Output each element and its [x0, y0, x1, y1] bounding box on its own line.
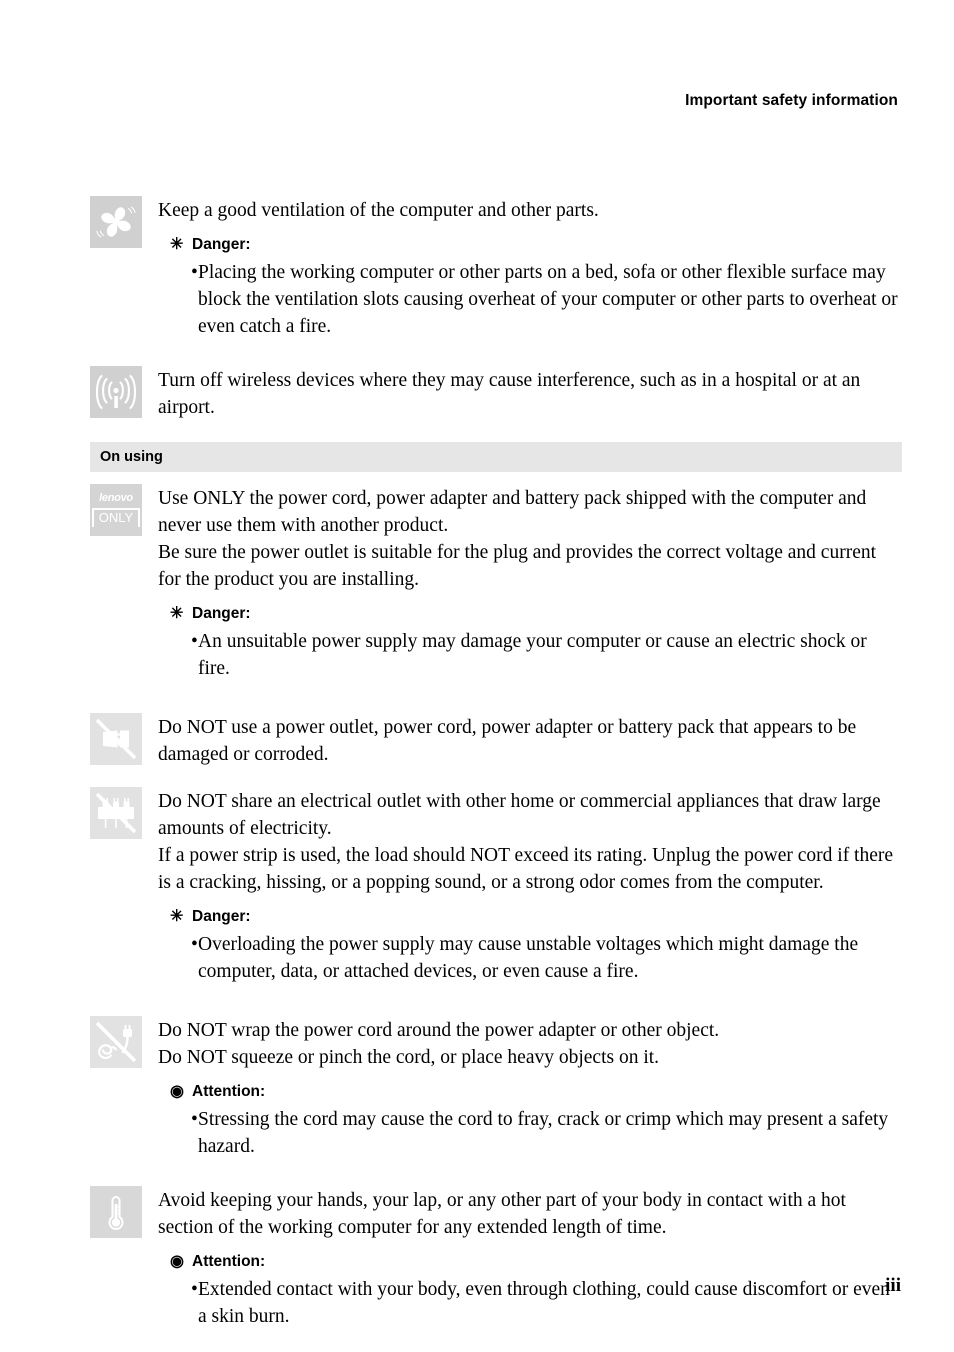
list-item: • Overloading the power supply may cause…	[170, 931, 902, 985]
safety-block-wireless: Turn off wireless devices where they may…	[90, 366, 902, 421]
text-cell: Do NOT use a power outlet, power cord, p…	[158, 713, 902, 768]
safety-block-ventilation: Keep a good ventilation of the computer …	[90, 196, 902, 340]
lenovo-wordmark: lenovo	[99, 491, 133, 504]
list-item: • Placing the working computer or other …	[170, 259, 902, 340]
thermometer-icon	[90, 1186, 142, 1238]
callout-heading: ◉ Attention:	[170, 1083, 902, 1101]
safety-block-power-strip: Do NOT share an electrical outlet with o…	[90, 787, 902, 985]
text-cell: Do NOT share an electrical outlet with o…	[158, 787, 902, 985]
paragraph: Do NOT use a power outlet, power cord, p…	[158, 717, 857, 765]
paragraph: Do NOT share an electrical outlet with o…	[158, 791, 881, 839]
bullet-icon: •	[191, 934, 198, 955]
callout-list: • Placing the working computer or other …	[170, 259, 902, 340]
paragraph: Turn off wireless devices where they may…	[158, 370, 861, 418]
text-cell: Do NOT wrap the power cord around the po…	[158, 1016, 902, 1160]
icon-cell	[90, 366, 142, 418]
danger-callout: ✳ Danger: • Placing the working computer…	[158, 236, 902, 340]
paragraph: Use ONLY the power cord, power adapter a…	[158, 488, 867, 536]
page-number: iii	[885, 1275, 901, 1296]
text-cell: Use ONLY the power cord, power adapter a…	[158, 484, 902, 682]
callout-list: • An unsuitable power supply may damage …	[170, 628, 902, 682]
icon-cell	[90, 1016, 142, 1068]
list-item: • An unsuitable power supply may damage …	[170, 628, 902, 682]
paragraph: Avoid keeping your hands, your lap, or a…	[158, 1190, 846, 1238]
callout-heading: ✳ Danger:	[170, 605, 902, 623]
running-header-title: Important safety information	[685, 92, 898, 109]
attention-circle-icon: ◉	[170, 1253, 184, 1270]
callout-list: • Overloading the power supply may cause…	[170, 931, 902, 985]
danger-asterisk-icon: ✳	[170, 908, 184, 925]
fan-icon	[90, 196, 142, 248]
callout-heading: ✳ Danger:	[170, 236, 902, 254]
cord-wrap-icon	[90, 1016, 142, 1068]
text-cell: Avoid keeping your hands, your lap, or a…	[158, 1186, 902, 1330]
paragraph: Be sure the power outlet is suitable for…	[158, 542, 877, 590]
danger-callout: ✳ Danger: • An unsuitable power supply m…	[158, 605, 902, 682]
paragraph: If a power strip is used, the load shoul…	[158, 845, 894, 893]
callout-heading: ◉ Attention:	[170, 1253, 902, 1271]
callout-label: Attention:	[192, 1253, 266, 1270]
danger-asterisk-icon: ✳	[170, 236, 184, 253]
lenovo-only-icon: lenovo ONLY	[90, 484, 142, 536]
callout-label: Danger:	[192, 605, 251, 622]
list-item-text: Placing the working computer or other pa…	[198, 262, 898, 337]
document-page: Important safety information Keep a good…	[0, 0, 954, 1352]
safety-block-damaged-outlet: Do NOT use a power outlet, power cord, p…	[90, 713, 902, 768]
text-cell: Keep a good ventilation of the computer …	[158, 196, 902, 340]
attention-callout: ◉ Attention: • Stressing the cord may ca…	[158, 1083, 902, 1160]
paragraph: Do NOT wrap the power cord around the po…	[158, 1020, 720, 1041]
only-badge: ONLY	[91, 507, 141, 528]
icon-cell	[90, 713, 142, 765]
list-item-text: Overloading the power supply may cause u…	[198, 934, 859, 982]
text-cell: Turn off wireless devices where they may…	[158, 366, 902, 421]
power-strip-icon	[90, 787, 142, 839]
callout-heading: ✳ Danger:	[170, 908, 902, 926]
icon-cell: lenovo ONLY	[90, 484, 142, 536]
icon-cell	[90, 787, 142, 839]
list-item: • Stressing the cord may cause the cord …	[170, 1106, 902, 1160]
wireless-antenna-icon	[90, 366, 142, 418]
danger-asterisk-icon: ✳	[170, 605, 184, 622]
paragraph: Keep a good ventilation of the computer …	[158, 200, 599, 221]
safety-block-cord-wrap: Do NOT wrap the power cord around the po…	[90, 1016, 902, 1160]
danger-callout: ✳ Danger: • Overloading the power supply…	[158, 908, 902, 985]
callout-label: Danger:	[192, 908, 251, 925]
page-content: Keep a good ventilation of the computer …	[90, 196, 902, 1330]
bullet-icon: •	[191, 631, 198, 652]
list-item-text: An unsuitable power supply may damage yo…	[198, 631, 867, 679]
section-title: On using	[100, 449, 163, 465]
callout-list: • Stressing the cord may cause the cord …	[170, 1106, 902, 1160]
callout-label: Danger:	[192, 236, 251, 253]
callout-label: Attention:	[192, 1083, 266, 1100]
section-band-on-using: On using	[90, 442, 902, 472]
icon-cell	[90, 1186, 142, 1238]
safety-block-hot-surface: Avoid keeping your hands, your lap, or a…	[90, 1186, 902, 1330]
bullet-icon: •	[191, 1109, 198, 1130]
icon-cell	[90, 196, 142, 248]
list-item-text: Stressing the cord may cause the cord to…	[198, 1109, 889, 1157]
bullet-icon: •	[191, 262, 198, 283]
attention-circle-icon: ◉	[170, 1083, 184, 1100]
paragraph: Do NOT squeeze or pinch the cord, or pla…	[158, 1047, 660, 1068]
safety-block-power-cord: lenovo ONLY Use ONLY the power cord, pow…	[90, 484, 902, 682]
damaged-outlet-icon	[90, 713, 142, 765]
